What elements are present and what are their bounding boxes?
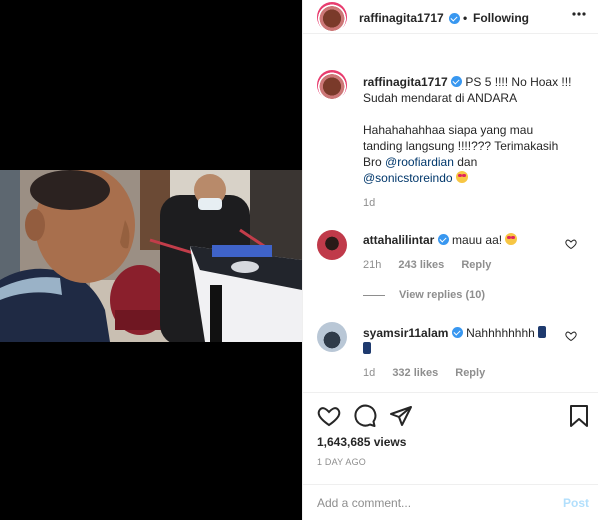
views-count[interactable]: 1,643,685 views bbox=[317, 435, 406, 449]
heart-eyes-emoji-icon bbox=[505, 233, 518, 245]
following-button[interactable]: Following bbox=[473, 11, 529, 25]
post-comment-button[interactable]: Post bbox=[563, 496, 589, 510]
more-options-icon[interactable] bbox=[571, 6, 587, 27]
author-avatar[interactable] bbox=[317, 2, 347, 32]
mention-link[interactable]: @roofiardian bbox=[385, 155, 454, 169]
comment-composer: Add a comment... Post bbox=[303, 484, 598, 520]
video-frame[interactable] bbox=[0, 170, 302, 342]
verified-badge-icon bbox=[451, 76, 463, 87]
like-comment-heart-icon[interactable] bbox=[565, 238, 577, 250]
caption-line-5-prefix: Bro bbox=[363, 155, 386, 169]
comment-time[interactable]: 21h bbox=[363, 259, 381, 271]
view-replies-button[interactable]: View replies (10) bbox=[399, 289, 485, 301]
post-actions: 1,643,685 views 1 DAY AGO bbox=[303, 392, 598, 476]
post-date[interactable]: 1 DAY AGO bbox=[317, 457, 366, 467]
comment-text: mauu aa! bbox=[452, 233, 503, 247]
gamepad-emoji-icon bbox=[538, 326, 547, 338]
verified-badge-icon bbox=[449, 13, 460, 24]
gamepad-emoji-icon bbox=[363, 342, 371, 354]
reply-button[interactable]: Reply bbox=[461, 259, 491, 271]
caption-line-3: Hahahahahhaa siapa yang mau bbox=[363, 123, 534, 137]
commenter-avatar[interactable] bbox=[317, 230, 347, 260]
caption-line-2: Sudah mendarat di ANDARA bbox=[363, 91, 518, 105]
comment-meta: 21h 243 likes Reply bbox=[363, 259, 491, 271]
post-media[interactable] bbox=[0, 0, 302, 520]
caption-avatar[interactable] bbox=[317, 70, 347, 100]
comment-meta: 1d 332 likes Reply bbox=[363, 367, 485, 379]
save-bookmark-icon[interactable] bbox=[569, 404, 589, 428]
caption-time[interactable]: 1d bbox=[363, 197, 375, 209]
caption-username[interactable]: raffinagita1717 bbox=[363, 75, 448, 89]
mention-link[interactable]: @sonicstoreindo bbox=[363, 171, 453, 185]
caption-line-4: tanding langsung !!!!??? Terimakasih bbox=[363, 139, 559, 153]
comments-list[interactable]: raffinagita1717 PS 5 !!!! No Hoax !!! Su… bbox=[303, 34, 598, 392]
comment-likes[interactable]: 243 likes bbox=[398, 259, 444, 271]
heart-eyes-emoji-icon bbox=[455, 171, 468, 183]
comment: syamsir11alam Nahhhhhhhh bbox=[363, 325, 563, 357]
comment-bubble-icon[interactable] bbox=[353, 404, 377, 428]
caption-line-1: PS 5 !!!! No Hoax !!! bbox=[465, 75, 572, 89]
comment-text: Nahhhhhhhh bbox=[466, 326, 535, 340]
like-heart-icon[interactable] bbox=[317, 404, 341, 428]
caption: raffinagita1717 PS 5 !!!! No Hoax !!! Su… bbox=[363, 74, 593, 186]
reply-button[interactable]: Reply bbox=[455, 367, 485, 379]
verified-badge-icon bbox=[437, 234, 449, 245]
author-username[interactable]: raffinagita1717 bbox=[359, 11, 444, 25]
comment-time[interactable]: 1d bbox=[363, 367, 375, 379]
comment-username[interactable]: attahalilintar bbox=[363, 233, 434, 247]
verified-badge-icon bbox=[451, 327, 463, 338]
caption-line-5-suffix: dan bbox=[453, 155, 478, 169]
post-header: raffinagita1717 • Following bbox=[303, 0, 598, 34]
replies-divider bbox=[363, 295, 385, 296]
header-separator: • bbox=[463, 11, 468, 25]
comment-username[interactable]: syamsir11alam bbox=[363, 326, 448, 340]
share-paper-plane-icon[interactable] bbox=[389, 404, 413, 428]
post-detail-panel: raffinagita1717 • Following raffinagita1… bbox=[302, 0, 598, 520]
commenter-avatar[interactable] bbox=[317, 322, 347, 352]
comment-likes[interactable]: 332 likes bbox=[392, 367, 438, 379]
like-comment-heart-icon[interactable] bbox=[565, 330, 577, 342]
video-still bbox=[0, 170, 302, 342]
comment-input[interactable]: Add a comment... bbox=[317, 496, 411, 510]
comment: attahalilintar mauu aa! bbox=[363, 233, 563, 247]
